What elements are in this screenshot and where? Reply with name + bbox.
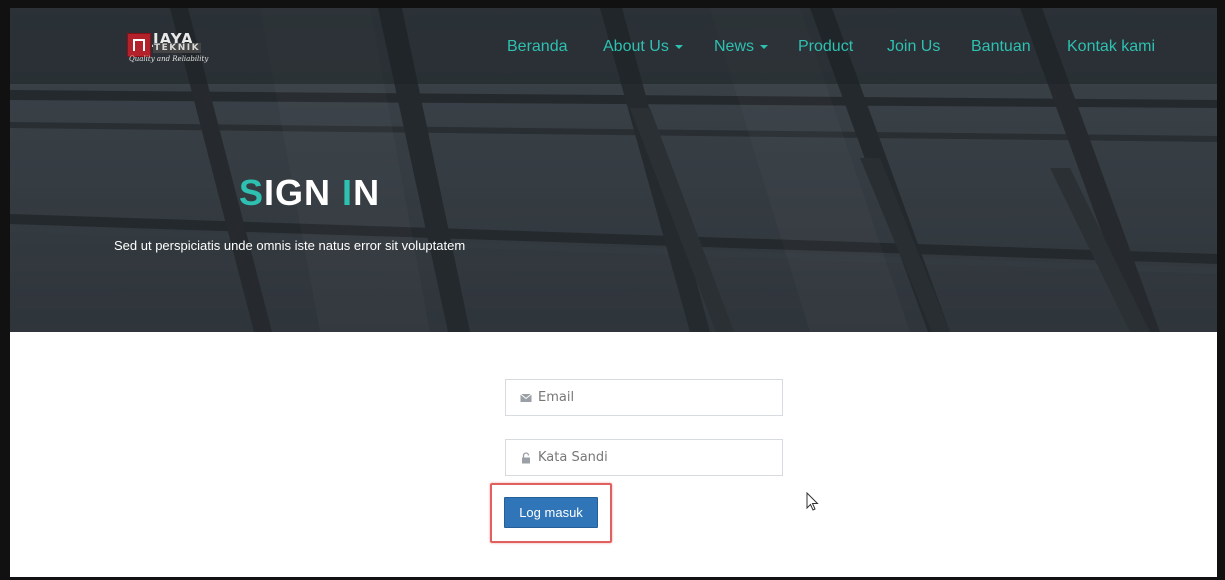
- email-field[interactable]: [505, 379, 783, 416]
- logo-mark-icon: [127, 33, 151, 57]
- browser-viewport: JAYA TEKNIK Quality and Reliability Bera…: [0, 0, 1225, 580]
- envelope-icon: [520, 393, 532, 402]
- caret-down-icon: [760, 44, 769, 49]
- page-subtitle: Sed ut perspiciatis unde omnis iste natu…: [114, 238, 466, 253]
- title-accent-letter: I: [342, 172, 354, 213]
- lock-icon: [522, 452, 530, 464]
- nav-item-join-us[interactable]: Join Us: [887, 38, 940, 56]
- password-input[interactable]: [538, 440, 768, 475]
- nav-item-beranda[interactable]: Beranda: [507, 38, 568, 56]
- caret-down-icon: [674, 44, 683, 49]
- nav-item-label: About Us: [603, 38, 669, 55]
- nav-item-label: Kontak kami: [1067, 38, 1156, 55]
- title-word-part: IGN: [264, 172, 332, 213]
- nav-item-label: Product: [798, 38, 854, 55]
- page-title: SIGN IN: [239, 172, 380, 214]
- top-navbar: JAYA TEKNIK Quality and Reliability Bera…: [10, 8, 1217, 84]
- nav-item-kontak-kami[interactable]: Kontak kami: [1067, 38, 1155, 56]
- title-accent-letter: S: [239, 172, 265, 213]
- nav-item-news[interactable]: News: [714, 38, 769, 56]
- nav-item-label: News: [714, 38, 755, 55]
- brand-name-line2: TEKNIK: [153, 43, 202, 53]
- nav-item-label: Bantuan: [971, 38, 1031, 55]
- login-button[interactable]: Log masuk: [504, 497, 598, 528]
- nav-item-bantuan[interactable]: Bantuan: [971, 38, 1031, 56]
- nav-item-label: Beranda: [507, 38, 568, 55]
- brand-tagline: Quality and Reliability: [129, 55, 209, 63]
- nav-item-product[interactable]: Product: [798, 38, 853, 56]
- mouse-cursor-icon: [806, 492, 819, 511]
- brand-logo[interactable]: JAYA TEKNIK Quality and Reliability: [127, 28, 223, 68]
- email-input[interactable]: [538, 380, 768, 415]
- hero-banner: JAYA TEKNIK Quality and Reliability Bera…: [10, 8, 1217, 332]
- nav-item-about-us[interactable]: About Us: [603, 38, 683, 56]
- title-word-part: N: [353, 172, 381, 213]
- nav-item-label: Join Us: [887, 38, 941, 55]
- password-field[interactable]: [505, 439, 783, 476]
